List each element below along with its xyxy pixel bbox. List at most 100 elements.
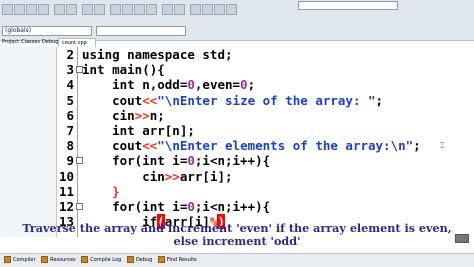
tab-debug-label: Debug [135,257,153,263]
project-browser-panel [0,47,57,237]
code-text: cout<<"\nEnter elements of the array:\n"… [82,138,421,153]
code-token: "\nEnter size of the array: " [157,92,376,108]
code-token: "\nEnter elements of the array:\n" [157,138,414,154]
close-icon[interactable] [226,4,237,15]
open-file-icon[interactable] [14,4,25,15]
line-number: 12 [58,199,74,214]
tab-project[interactable]: Project [2,39,19,45]
find-results-icon [157,256,165,263]
compile-log-icon [81,256,89,263]
code-line: 6 cin>>n; [57,108,474,123]
tab-find-results[interactable]: Find Results [157,256,197,263]
code-token: << [142,92,158,108]
debug-panel-icon [126,256,134,263]
code-line: 4 int n,odd=0,even=0; [57,77,474,92]
code-token: cout [82,92,143,108]
new-file-icon[interactable] [2,4,13,15]
code-token: << [142,138,158,154]
redo-icon[interactable] [66,4,77,15]
chart-icon[interactable] [190,4,201,15]
code-token: 0 [187,153,195,169]
replace-icon[interactable] [94,4,105,15]
code-line: 3 int main(){ [57,62,474,77]
code-text: int n,odd=0,even=0; [82,77,255,92]
line-number: 3 [66,62,74,78]
code-token: 0 [187,77,195,93]
code-text: cout<<"\nEnter size of the array: "; [82,93,383,108]
code-token: ;i<n;i++){ [194,153,271,169]
code-token: ;i<n;i++){ [194,199,271,214]
code-token: n; [149,107,165,123]
line-number: 7 [66,123,74,138]
code-line: 5 cout<<"\nEnter size of the array: "; [57,93,474,108]
code-token: cin [82,107,135,123]
code-line: 2 using namespace std; [57,47,474,62]
compile-run-icon[interactable] [134,4,145,15]
fullscreen-icon[interactable] [455,234,469,243]
code-text: cin>>n; [82,108,165,123]
resources-icon [41,256,49,263]
code-token: for(int i= [82,199,188,214]
code-token: ; [413,138,421,154]
function-select[interactable] [96,26,186,36]
code-line: 12 for(int i=0;i<n;i++){ [57,199,474,214]
code-token: ; [375,92,384,108]
compiler-icon [4,256,11,263]
save-all-icon[interactable] [38,4,49,15]
line-number: 2 [66,47,74,62]
tab-find-results-label: Find Results [166,257,197,263]
code-token: cout [82,138,143,154]
code-editor[interactable]: 2 using namespace std; 3 int main(){4 int n… [57,47,474,237]
code-text: cin>>arr[i]; [82,168,232,184]
line-number: 10 [58,168,74,184]
code-line: 8 cout<<"\nEnter elements of the array:\… [57,138,474,153]
line-number: 9 [66,153,74,169]
compiler-select[interactable] [298,1,398,10]
scope-select[interactable]: (globals) [2,26,92,36]
check-icon[interactable] [214,4,225,15]
run-icon[interactable] [122,4,133,15]
debug-icon[interactable] [162,4,173,15]
line-number: 6 [66,107,74,123]
code-token: cin [82,168,165,184]
code-line: 9 for(int i=0;i<n;i++){ [57,153,474,168]
grid-icon[interactable] [202,4,213,15]
left-panel-tabs: Project Classes Debug [0,38,58,47]
toolbar: TDM-GCC 4.9.2 64-bit Release (globals) [0,0,474,41]
tab-debug-panel[interactable]: Debug [126,256,153,263]
tab-classes[interactable]: Classes [21,39,40,45]
code-text: int arr[n]; [82,123,195,138]
code-token: 0 [240,77,248,93]
code-token: ; [247,77,256,93]
tab-compile-log-label: Compile Log [90,257,122,263]
editor-tab-file[interactable]: count.cpp [58,38,96,47]
code-line: 11 } [57,184,474,199]
profile-icon[interactable] [174,4,185,15]
code-text: for(int i=0;i<n;i++){ [82,153,270,168]
tab-resources-label: Resources [50,257,76,263]
line-number: 4 [66,77,74,93]
undo-icon[interactable] [54,4,65,15]
bottom-panel-tabs: Compiler Resources Compile Log Debug Fin… [0,253,474,267]
tab-compiler[interactable]: Compiler [4,256,36,263]
code-token: int n,odd= [82,77,188,93]
tab-resources[interactable]: Resources [41,256,76,263]
search-icon[interactable] [82,4,93,15]
line-number: 5 [66,92,74,108]
code-token: } [82,183,120,199]
code-text: for(int i=0;i<n;i++){ [82,199,270,214]
code-token: >> [134,107,150,123]
code-token: int main(){ [82,62,165,78]
code-text: } [82,184,120,199]
tab-compile-log[interactable]: Compile Log [81,256,122,263]
line-number: 8 [66,138,74,154]
code-line: 10 cin>>arr[i]; [57,169,474,184]
code-token: ,even= [194,77,241,93]
tab-debug[interactable]: Debug [42,39,58,45]
line-number: 11 [58,183,74,199]
compile-icon[interactable] [110,4,121,15]
rebuild-icon[interactable] [146,4,157,15]
save-icon[interactable] [26,4,37,15]
code-token: using namespace std; [82,47,233,62]
code-text: using namespace std; [82,47,233,62]
